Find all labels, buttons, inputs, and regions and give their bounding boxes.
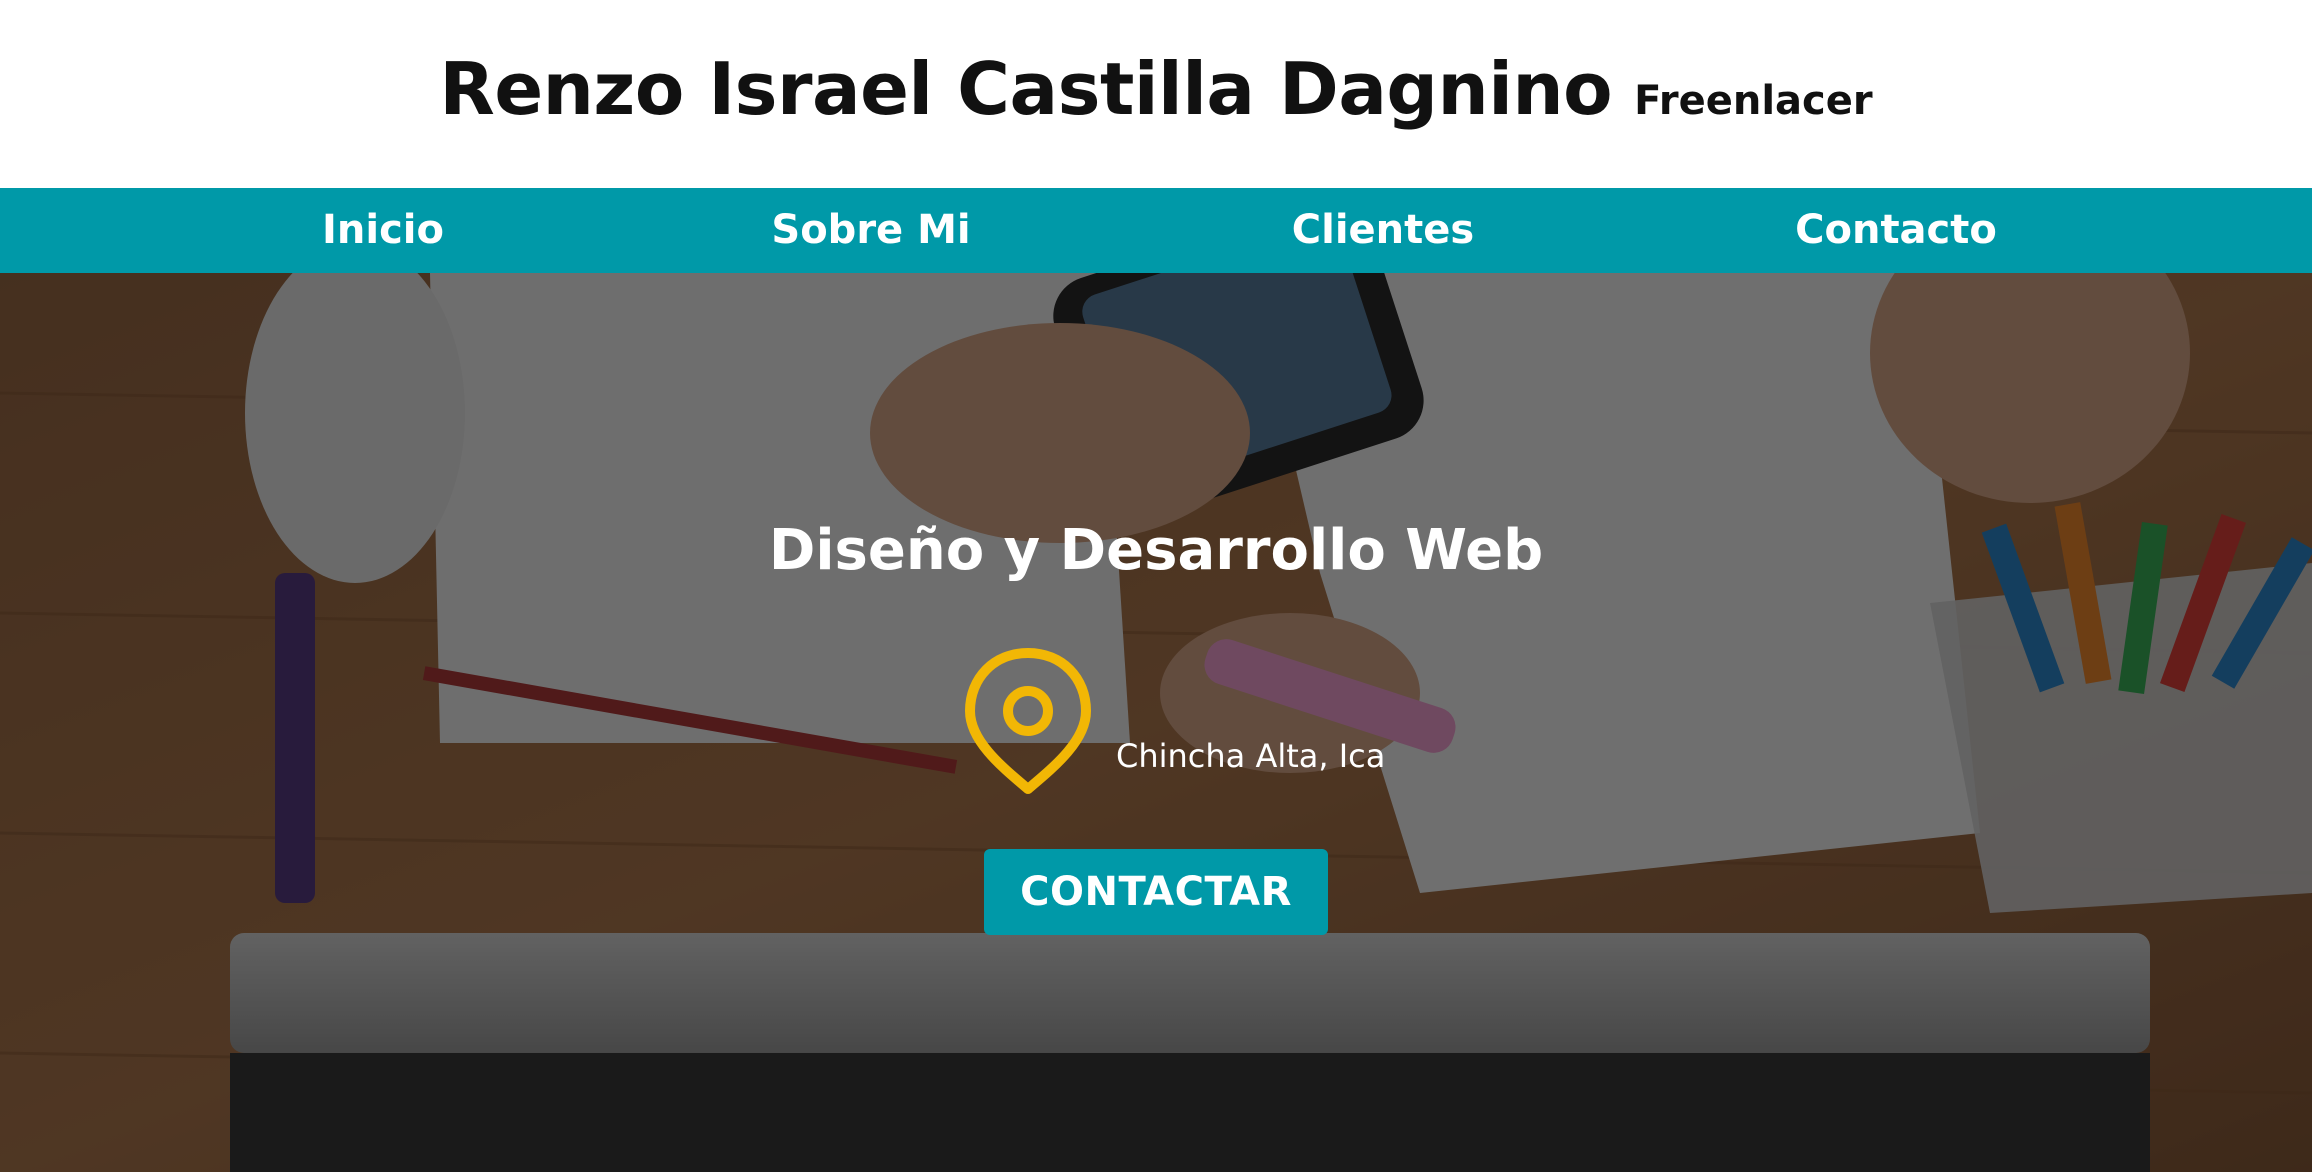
nav-item-contacto[interactable]: Contacto [1795, 188, 1997, 273]
main-nav: Inicio Sobre Mi Clientes Contacto [0, 188, 2312, 273]
location-pin-icon [965, 648, 1091, 794]
hero-dark-overlay [0, 273, 2312, 1172]
hero-title: Diseño y Desarrollo Web [768, 518, 1544, 583]
nav-item-inicio[interactable]: Inicio [322, 188, 444, 273]
site-title: Renzo Israel Castilla Dagnino [439, 47, 1613, 131]
location-text: Chincha Alta, Ica [1116, 737, 1386, 775]
brand: Renzo Israel Castilla Dagnino Freenlacer [439, 47, 1872, 131]
site-header: Renzo Israel Castilla Dagnino Freenlacer [0, 0, 2312, 188]
nav-item-sobre-mi[interactable]: Sobre Mi [771, 188, 970, 273]
contactar-button[interactable]: CONTACTAR [984, 849, 1328, 935]
hero-section: Diseño y Desarrollo Web Chincha Alta, Ic… [0, 273, 2312, 1172]
site-subtitle: Freenlacer [1634, 78, 1873, 124]
nav-item-clientes[interactable]: Clientes [1292, 188, 1474, 273]
